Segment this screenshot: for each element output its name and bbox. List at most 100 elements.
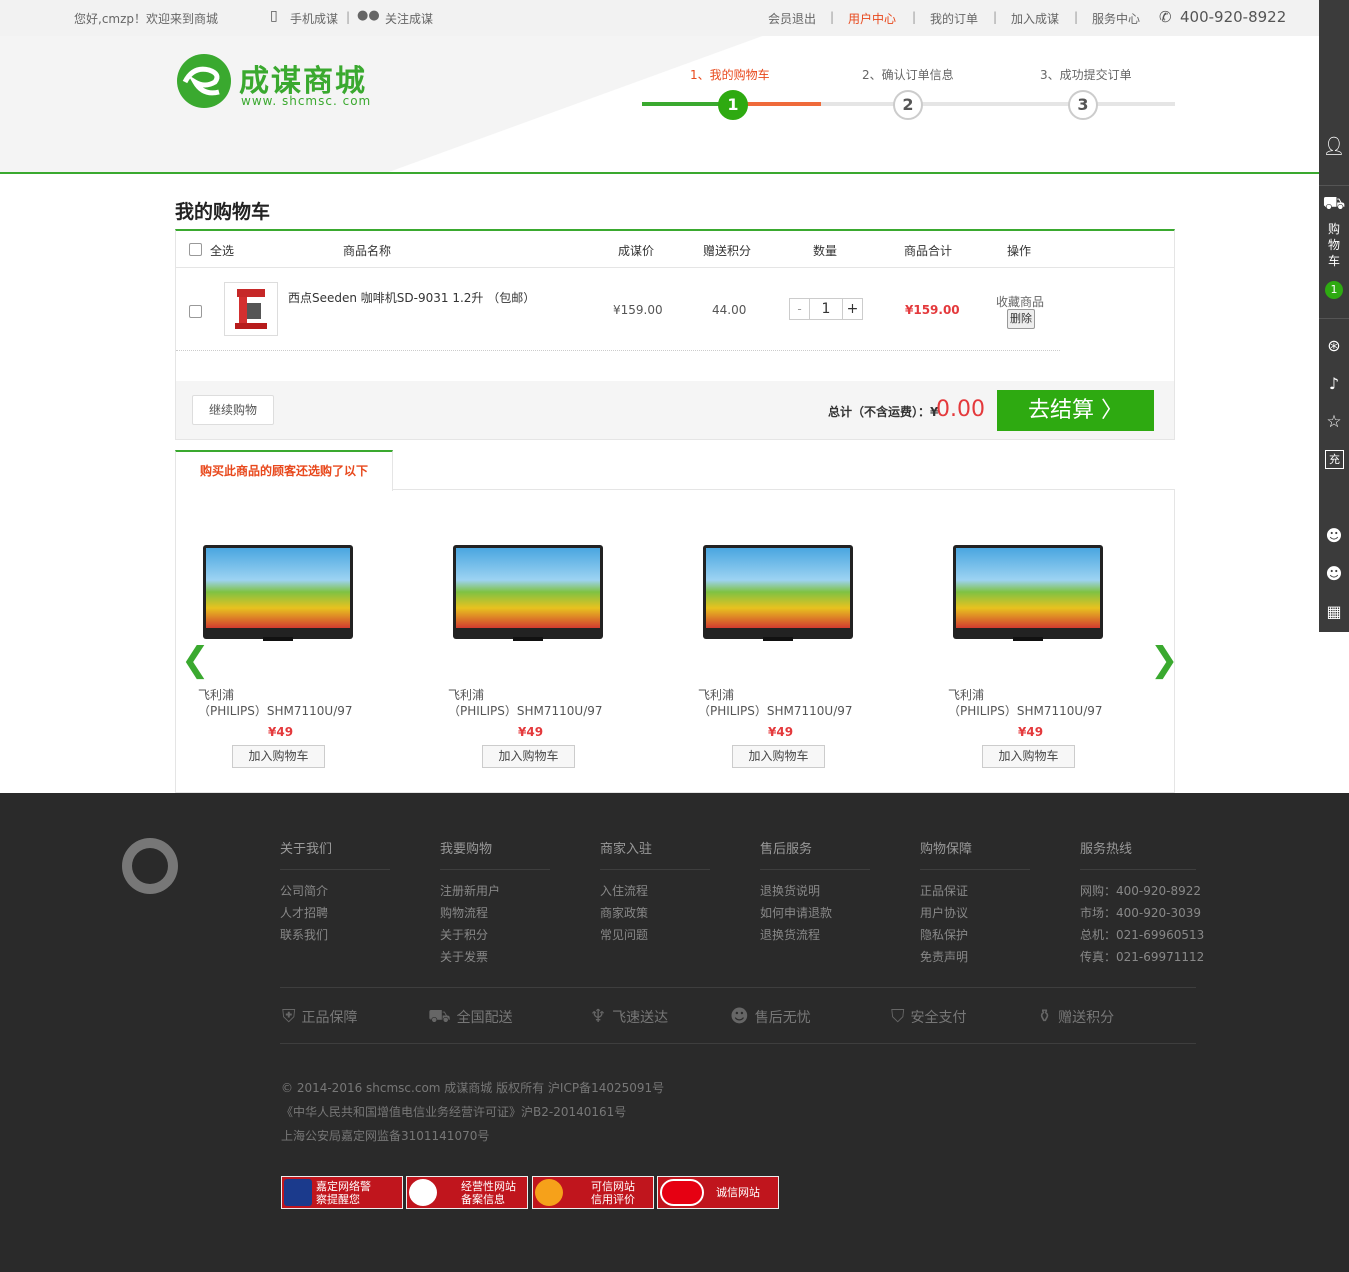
header-action: 操作 <box>1007 244 1032 258</box>
qty-minus-button[interactable]: - <box>790 299 810 319</box>
step-2-circle: 2 <box>893 90 923 120</box>
badge-integrity[interactable]: 诚信网站 <box>657 1176 779 1209</box>
truck-icon: ⛟ <box>428 1006 451 1027</box>
tv-image[interactable] <box>453 545 603 641</box>
favorite-link[interactable]: 收藏商品 <box>996 293 1044 310</box>
product-name-line1[interactable]: 飞利浦 <box>198 686 234 703</box>
footer-link[interactable]: 常见问题 <box>600 924 710 946</box>
checkout-button[interactable]: 去结算 〉 <box>997 390 1154 431</box>
footer-link[interactable]: 免责声明 <box>920 946 1030 968</box>
footer-link[interactable]: 注册新用户 <box>440 880 550 902</box>
step-2-label: 2、确认订单信息 <box>862 68 954 82</box>
product-price: ¥49 <box>768 725 794 739</box>
recommend-tab[interactable]: 购买此商品的顾客还选购了以下 <box>175 450 393 491</box>
user-center-link[interactable]: 用户中心 <box>848 10 896 27</box>
continue-shopping-button[interactable]: 继续购物 <box>192 395 274 425</box>
customer-service-icon-2[interactable]: ☻ <box>1319 564 1349 583</box>
hotline: 400-920-8922 <box>1180 8 1287 26</box>
product-name-line2[interactable]: （PHILIPS）SHM7110U/97 <box>698 702 853 719</box>
header-points: 赠送积分 <box>703 244 752 258</box>
footer-link[interactable]: 人才招聘 <box>280 902 390 924</box>
select-all-label: 全选 <box>210 244 235 258</box>
step-1-circle: 1 <box>718 90 748 120</box>
product-price: ¥49 <box>268 725 294 739</box>
footer-link[interactable]: 隐私保护 <box>920 924 1030 946</box>
cart-footer: 继续购物 总计（不含运费）：¥ 0.00 去结算 〉 <box>176 381 1174 439</box>
next-arrow-icon[interactable]: ❯ <box>1150 640 1179 680</box>
tv-image[interactable] <box>703 545 853 641</box>
mobile-link[interactable]: 手机成谋 <box>290 10 338 27</box>
tv-image[interactable] <box>953 545 1103 641</box>
footer-link[interactable]: 入住流程 <box>600 880 710 902</box>
footer-link[interactable]: 用户协议 <box>920 902 1030 924</box>
footer-link[interactable]: 关于发票 <box>440 946 550 968</box>
recharge-icon[interactable]: 充 <box>1325 450 1344 469</box>
cart-count-badge: 1 <box>1325 281 1343 299</box>
footer-text: 总机：021-69960513 <box>1080 928 1205 942</box>
qrcode-icon[interactable]: ▦ <box>1319 602 1349 621</box>
customer-service-icon[interactable]: ☻ <box>1319 526 1349 545</box>
guarantee-bar: ⛨ 正品保障 ⛟ 全国配送 ♆ 飞速送达 ☻ 售后无忧 ⛉ 安全支付 ⚱ 赠送积分 <box>280 987 1196 1044</box>
footer-link[interactable]: 公司简介 <box>280 880 390 902</box>
qty-plus-button[interactable]: + <box>842 299 862 319</box>
footer-link[interactable]: 正品保证 <box>920 880 1030 902</box>
step-3-circle: 3 <box>1068 90 1098 120</box>
footer-link[interactable]: 联系我们 <box>280 924 390 946</box>
footer-link[interactable]: 退换货流程 <box>760 924 870 946</box>
service-link[interactable]: 服务中心 <box>1092 10 1140 27</box>
top-bar: 您好,cmzp！欢迎来到商城 ▯ 手机成谋 | ●● 关注成谋 会员退出 | 用… <box>0 0 1319 36</box>
product-name-line1[interactable]: 飞利浦 <box>448 686 484 703</box>
add-to-cart-button[interactable]: 加入购物车 <box>232 745 325 768</box>
footer-link[interactable]: 如何申请退款 <box>760 902 870 924</box>
product-name-line2[interactable]: （PHILIPS）SHM7110U/97 <box>448 702 603 719</box>
my-orders-link[interactable]: 我的订单 <box>930 10 978 27</box>
footer-col-hotline: 服务热线 网购：400-920-8922 市场：400-920-3039 总机：… <box>1080 838 1205 968</box>
footer-col-aftersale: 售后服务 退换货说明 如何申请退款 退换货流程 <box>760 838 870 946</box>
product-name-line2[interactable]: （PHILIPS）SHM7110U/97 <box>198 702 353 719</box>
copyright-line: © 2014-2016 shcmsc.com 成谋商城 版权所有 沪ICP备14… <box>281 1081 665 1095</box>
quantity-stepper: - 1 + <box>789 298 863 320</box>
delete-button[interactable]: 删除 <box>1007 309 1035 329</box>
join-link[interactable]: 加入成谋 <box>1011 10 1059 27</box>
footer-col-title: 商家入驻 <box>600 838 710 870</box>
add-to-cart-button[interactable]: 加入购物车 <box>482 745 575 768</box>
footprint-icon[interactable]: ♪ <box>1319 374 1349 393</box>
footer-link[interactable]: 关于积分 <box>440 924 550 946</box>
police-line[interactable]: 上海公安局嘉定网监备3101141070号 <box>281 1127 489 1144</box>
footer-link[interactable]: 商家政策 <box>600 902 710 924</box>
add-to-cart-button[interactable]: 加入购物车 <box>732 745 825 768</box>
logout-link[interactable]: 会员退出 <box>768 10 816 27</box>
checkout-steps: 1、我的购物车 2、确认订单信息 3、成功提交订单 1 2 3 <box>640 66 1180 126</box>
product-name-line1[interactable]: 飞利浦 <box>948 686 984 703</box>
cart-icon[interactable]: ⛟ <box>1319 193 1349 217</box>
shield-icon: ⛨ <box>282 1006 296 1027</box>
footer-text: 网购：400-920-8922 <box>1080 884 1202 898</box>
footer: 关于我们 公司简介 人才招聘 联系我们 我要购物 注册新用户 购物流程 关于积分… <box>0 793 1349 1272</box>
tv-image[interactable] <box>203 545 353 641</box>
footer-col-shopping: 我要购物 注册新用户 购物流程 关于积分 关于发票 <box>440 838 550 968</box>
product-name-line2[interactable]: （PHILIPS）SHM7110U/97 <box>948 702 1103 719</box>
footer-link[interactable]: 购物流程 <box>440 902 550 924</box>
money-bag-icon[interactable]: ⊛ <box>1319 336 1349 355</box>
badge-trusted[interactable]: 可信网站 信用评价 <box>532 1176 654 1209</box>
item-checkbox[interactable] <box>189 305 202 318</box>
add-to-cart-button[interactable]: 加入购物车 <box>982 745 1075 768</box>
follow-link[interactable]: 关注成谋 <box>385 10 433 27</box>
footer-col-title: 售后服务 <box>760 838 870 870</box>
product-name-line1[interactable]: 飞利浦 <box>698 686 734 703</box>
badge-police[interactable]: 嘉定网络警 察提醒您 <box>281 1176 403 1209</box>
sidebar-cart-label[interactable]: 购物车 <box>1319 221 1349 269</box>
star-icon[interactable]: ☆ <box>1319 412 1349 432</box>
welcome-text: 您好,cmzp！欢迎来到商城 <box>74 12 219 26</box>
qty-input[interactable]: 1 <box>810 299 842 319</box>
footer-link[interactable]: 退换货说明 <box>760 880 870 902</box>
select-all-checkbox[interactable] <box>189 243 202 256</box>
guarantee-item: ⛉ 安全支付 <box>891 1006 967 1027</box>
footer-col-about: 关于我们 公司简介 人才招聘 联系我们 <box>280 838 390 946</box>
user-icon[interactable]: 👤︎ <box>1319 136 1349 157</box>
site-logo[interactable]: 成谋商城 www. shcmsc. com <box>175 52 395 112</box>
item-name[interactable]: 西点Seeden 咖啡机SD-9031 1.2升 （包邮） <box>288 289 535 306</box>
guarantee-item: ⚱ 赠送积分 <box>1037 1006 1115 1027</box>
item-thumbnail[interactable] <box>224 282 278 336</box>
badge-business[interactable]: 经营性网站 备案信息 <box>406 1176 528 1209</box>
